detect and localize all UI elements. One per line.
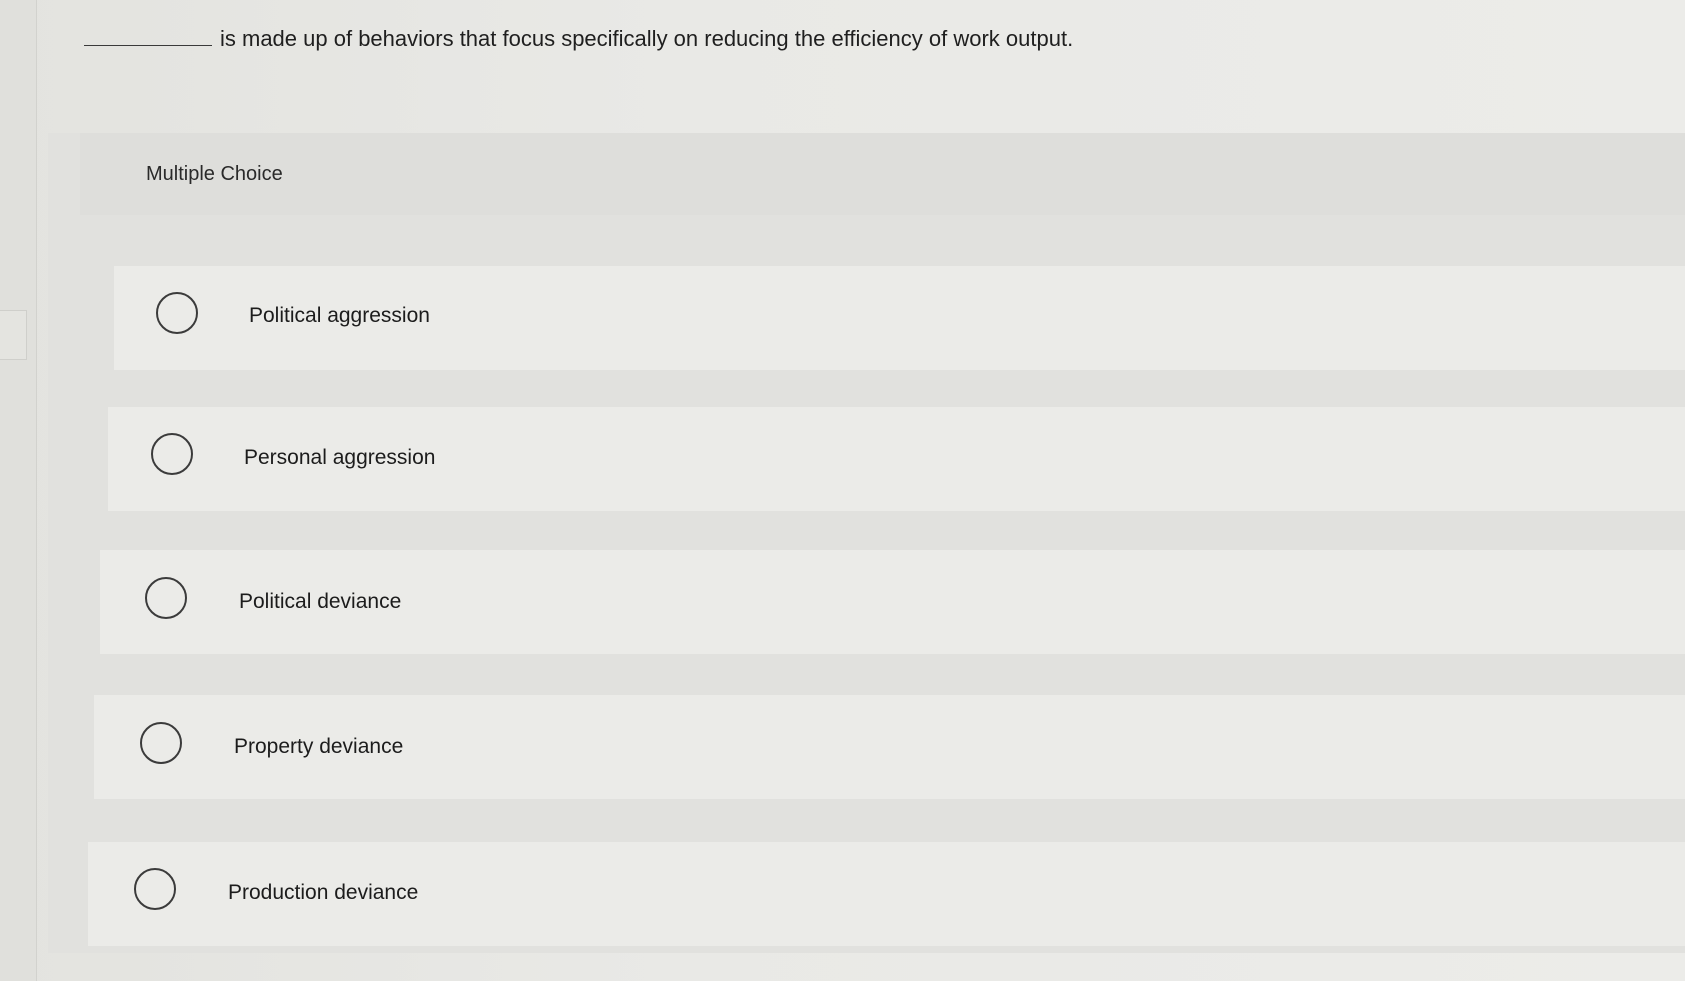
radio-button[interactable] — [134, 868, 176, 910]
option-political-aggression[interactable]: Political aggression — [114, 266, 1685, 370]
option-property-deviance[interactable]: Property deviance — [94, 695, 1685, 799]
option-label: Property deviance — [234, 735, 404, 758]
option-personal-aggression[interactable]: Personal aggression — [108, 407, 1685, 511]
answer-blank — [84, 27, 212, 46]
radio-button[interactable] — [145, 577, 187, 619]
multiple-choice-panel — [48, 133, 1685, 953]
question-prompt: is made up of behaviors that focus speci… — [84, 26, 1073, 52]
multiple-choice-header — [80, 133, 1685, 215]
page-background: is made up of behaviors that focus speci… — [0, 0, 1685, 981]
option-label: Personal aggression — [244, 446, 436, 469]
radio-button[interactable] — [140, 722, 182, 764]
option-label: Political deviance — [239, 590, 402, 613]
radio-button[interactable] — [156, 292, 198, 334]
option-production-deviance[interactable]: Production deviance — [88, 842, 1685, 946]
question-text: is made up of behaviors that focus speci… — [220, 26, 1074, 51]
left-edge-panel — [0, 0, 37, 981]
multiple-choice-label: Multiple Choice — [146, 163, 283, 185]
option-label: Production deviance — [228, 881, 419, 904]
left-side-tab — [0, 310, 27, 360]
option-political-deviance[interactable]: Political deviance — [100, 550, 1685, 654]
radio-button[interactable] — [151, 433, 193, 475]
option-label: Political aggression — [249, 304, 430, 327]
